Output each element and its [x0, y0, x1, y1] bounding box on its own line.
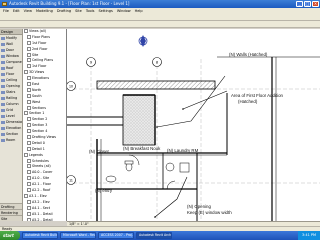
design-tool-label: Modify: [6, 36, 17, 40]
room-tag-laundry: (N) Laundry RM: [167, 148, 199, 153]
grid-bubble-11: 11: [67, 175, 76, 185]
options-toolbar: [0, 21, 320, 28]
standard-toolbar: [0, 14, 320, 21]
design-tool-label: Roof: [6, 66, 14, 70]
task-revit-architecture[interactable]: Autodesk Revit Archi...: [136, 232, 172, 239]
ceiling-icon: [1, 78, 5, 82]
design-tool-room[interactable]: Room: [0, 137, 22, 143]
design-tab-site[interactable]: Site: [0, 215, 22, 221]
design-tool-label: Ceiling: [6, 78, 18, 82]
grid-bubble-9: 9: [86, 57, 96, 67]
room-tag-closet: (N) Closet: [89, 149, 109, 154]
note-area-hatched: (Hatched): [238, 99, 258, 104]
plumbing-fixtures: [105, 160, 190, 183]
task-word[interactable]: Microsoft Word - Rev...: [60, 232, 96, 239]
note-keep-window: Keep (E) window width: [187, 210, 232, 215]
design-tool-label: Opening: [6, 84, 20, 88]
note-walls-hatched: (N) Walls (Hatched): [229, 52, 268, 57]
window-icon: [1, 54, 5, 58]
task-access[interactable]: ACCESS 2007 - Proj...: [98, 232, 134, 239]
component-icon: [1, 60, 5, 64]
close-button[interactable]: ×: [312, 1, 319, 7]
maximize-button[interactable]: □: [304, 1, 311, 7]
design-tool-label: Room: [6, 138, 16, 142]
design-tool-label: Floor: [6, 72, 15, 76]
modify-icon: [1, 36, 5, 40]
design-bar-tabs: Drafting Rendering Site: [0, 203, 22, 221]
grid-label-11: 11: [69, 179, 73, 183]
design-tool-label: Stairs: [6, 90, 16, 94]
window-title: Autodesk Revit Building 9.1 - [Floor Pla…: [9, 1, 130, 6]
design-tool-label: Section: [6, 132, 19, 136]
system-tray-clock: 3:41 PM: [298, 231, 320, 240]
browser-node[interactable]: A5.2 - Detail: [23, 218, 66, 222]
design-tool-label: Component: [6, 60, 22, 64]
design-tool-label: Window: [6, 54, 19, 58]
title-bar: Autodesk Revit Building 9.1 - [Floor Pla…: [0, 0, 320, 8]
design-tool-label: Door: [6, 48, 14, 52]
design-tool-label: Column: [6, 102, 19, 106]
column-icon: [1, 102, 5, 106]
railing-icon: [1, 96, 5, 100]
elevation-icon: [1, 126, 5, 130]
grid-bubble-8: 8: [152, 57, 162, 67]
grid-icon: [1, 108, 5, 112]
design-tool-label: Dimension: [6, 120, 22, 124]
floor-icon: [1, 72, 5, 76]
door-icon: [1, 48, 5, 52]
revit-app-icon: [2, 2, 7, 6]
minimize-button[interactable]: _: [296, 1, 303, 7]
grid-bubble-10: 10: [67, 81, 76, 91]
design-bar: Design ModifyWallDoorWindowComponentRoof…: [0, 29, 23, 221]
note-opening: (N) Opening: [187, 204, 211, 209]
project-browser: Views (all) Floor Plans 1st Floor 2nd Floor…: [23, 29, 67, 221]
level-icon: [1, 114, 5, 118]
start-button[interactable]: start: [0, 231, 20, 240]
design-tool-label: Level: [6, 114, 15, 118]
design-tool-label: Grid: [6, 108, 13, 112]
drawing-area[interactable]: 9 8 10 11 (N) Walls (Hatched) Area of Fi…: [67, 29, 320, 221]
wall-icon: [1, 42, 5, 46]
design-tool-label: Railing: [6, 96, 18, 100]
roof-icon: [1, 66, 5, 70]
design-tool-label: Wall: [6, 42, 13, 46]
room-tag-entry: (N) entry: [95, 188, 113, 193]
windows-taskbar: start Autodesk Revit Build... Microsoft …: [0, 231, 320, 240]
note-area-first-floor: Area of First Floor Addition: [231, 93, 283, 98]
section-marker-icon[interactable]: [138, 35, 148, 47]
window-controls: _ □ ×: [296, 1, 319, 7]
grid-label-10: 10: [69, 85, 73, 89]
opening-icon: [1, 84, 5, 88]
task-revit-building[interactable]: Autodesk Revit Build...: [22, 232, 58, 239]
dimension-icon: [1, 120, 5, 124]
design-tool-label: Elevation: [6, 126, 22, 130]
section-icon: [1, 132, 5, 136]
room-tag-breakfast-nook: (N) Breakfast Nook: [123, 146, 161, 151]
room-icon: [1, 138, 5, 142]
stairs-icon: [1, 90, 5, 94]
design-bar-tools: Modify Wall Door Window Component Roof Floor Ce…: [0, 35, 22, 143]
